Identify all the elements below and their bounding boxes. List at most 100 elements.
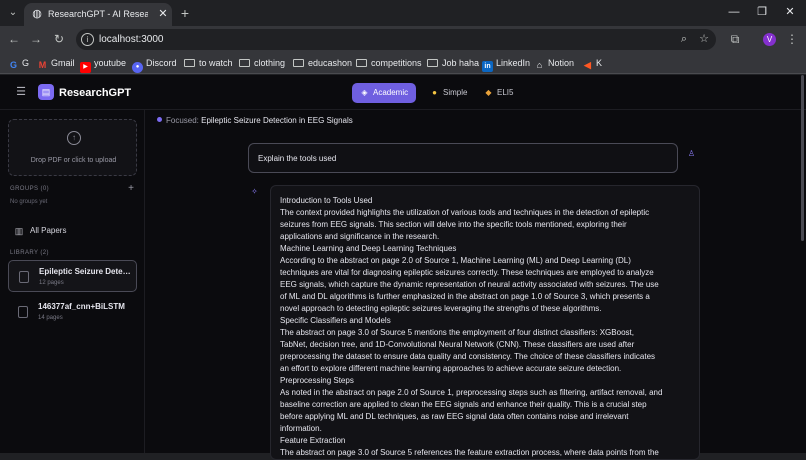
- address-bar[interactable]: i localhost:3000 ⌕ ☆: [76, 29, 716, 50]
- answer-line: techniques are vital for diagnosing epil…: [280, 268, 654, 277]
- extensions-puzzle-icon[interactable]: ⧉: [728, 32, 742, 46]
- minimize-window-icon[interactable]: —: [725, 4, 743, 20]
- upload-text: Drop PDF or click to upload: [30, 157, 117, 164]
- mode-selector: ◈ Academic ● Simple ◆ ELI5: [350, 83, 520, 103]
- folder-icon: [356, 59, 367, 67]
- user-avatar-icon: ♙: [687, 149, 696, 158]
- answer-body: Introduction to Tools Used The context pr…: [280, 195, 694, 459]
- paper-item[interactable]: Epileptic Seizure Detection in EEG Signa…: [8, 260, 137, 292]
- add-group-button[interactable]: +: [126, 184, 136, 194]
- research-gpt-app: ☰ ▤ ResearchGPT ◈ Academic ● Simple ◆ ELI5 …: [0, 75, 806, 460]
- bookmark-youtube[interactable]: ▶ youtube: [80, 56, 126, 73]
- page-scrollbar[interactable]: [800, 75, 806, 453]
- groups-title: GROUPS (0): [10, 186, 50, 192]
- back-arrow-icon[interactable]: ←: [7, 32, 21, 46]
- browser-tab[interactable]: ◍ ResearchGPT - AI Research Paper Assist…: [24, 3, 172, 26]
- bookmark-to-watch[interactable]: to watch: [184, 56, 233, 70]
- bookmark-notion[interactable]: ⌂ Notion: [534, 56, 574, 70]
- mode-simple-button[interactable]: ● Simple: [422, 83, 468, 103]
- answer-line: baseline correction are applied to clean…: [280, 400, 647, 409]
- browser-tab-strip: ⌄ ◍ ResearchGPT - AI Research Paper Assi…: [0, 0, 806, 26]
- answer-line: As noted in the abstract on page 2.0 of …: [280, 388, 663, 397]
- answer-line: information.: [280, 424, 322, 433]
- focused-paper-indicator: Focused: Epileptic Seizure Detection in …: [157, 116, 353, 126]
- globe-icon: ◍: [32, 8, 42, 20]
- folder-icon: [239, 59, 250, 67]
- restore-window-icon[interactable]: ❐: [753, 4, 771, 20]
- browser-menu-icon[interactable]: ⋮: [786, 32, 798, 46]
- answer-line: Preprocessing Steps: [280, 376, 354, 385]
- answer-line: preprocessing the dataset to ensure data…: [280, 352, 656, 361]
- library-title: LIBRARY (2): [10, 250, 49, 256]
- discord-icon: ●: [132, 62, 143, 73]
- answer-line: According to the abstract on page 2.0 of…: [280, 256, 631, 265]
- bookmarks-bar: GG M Gmail ▶ youtube ● Discord to watch clo…: [0, 53, 806, 74]
- site-info-icon[interactable]: i: [81, 33, 94, 46]
- address-url: localhost:3000: [99, 34, 164, 45]
- bookmark-job-haha[interactable]: Job haha: [427, 56, 479, 70]
- reload-icon[interactable]: ↻: [52, 32, 66, 46]
- document-logo-icon: ▤: [38, 84, 54, 100]
- answer-line: novel approach to detecting epileptic se…: [280, 304, 602, 313]
- sidebar: ↑ Drop PDF or click to upload GROUPS (0)…: [0, 110, 145, 453]
- menu-icon[interactable]: ☰: [16, 87, 26, 98]
- answer-line: Introduction to Tools Used: [280, 196, 373, 205]
- forward-arrow-icon[interactable]: →: [29, 32, 43, 46]
- bookmark-star-icon[interactable]: ☆: [697, 32, 711, 46]
- no-groups-text: No groups yet: [10, 199, 48, 205]
- answer-line: The abstract on page 3.0 of Source 5 men…: [280, 328, 634, 337]
- scrollbar-thumb[interactable]: [801, 75, 804, 241]
- focus-dot-icon: [157, 117, 162, 122]
- paper-pages: 12 pages: [39, 280, 64, 286]
- bookmark-linkedin[interactable]: in LinkedIn: [482, 56, 530, 72]
- user-message-text: Explain the tools used: [258, 154, 337, 163]
- assistant-answer: Introduction to Tools Used The context pr…: [270, 185, 700, 460]
- bookmark-clothing[interactable]: clothing: [239, 56, 285, 70]
- answer-line: The context provided highlights the util…: [280, 208, 650, 217]
- gmail-icon: M: [38, 60, 47, 70]
- new-tab-button[interactable]: +: [178, 6, 192, 20]
- pdf-upload-dropzone[interactable]: ↑ Drop PDF or click to upload: [8, 119, 137, 176]
- close-window-icon[interactable]: ✕: [781, 4, 799, 20]
- document-icon: [19, 271, 29, 283]
- lightbulb-icon: ●: [432, 88, 437, 97]
- answer-line: before applying ML and DL techniques, as…: [280, 412, 629, 421]
- tab-search-icon[interactable]: ⌄: [6, 6, 20, 20]
- mode-eli5-button[interactable]: ◆ ELI5: [476, 83, 520, 103]
- folder-icon: [293, 59, 304, 67]
- bookmark-competitions[interactable]: competitions: [356, 56, 422, 70]
- k-icon: ◀: [584, 60, 591, 70]
- answer-line: Feature Extraction: [280, 436, 346, 445]
- profile-avatar[interactable]: V: [763, 33, 776, 46]
- all-papers-item[interactable]: ▥ All Papers: [10, 223, 136, 239]
- answer-line: of ML and DL algorithms is further empha…: [280, 292, 650, 301]
- folder-icon: [427, 59, 438, 67]
- google-icon: G: [9, 60, 17, 70]
- zoom-icon[interactable]: ⌕: [677, 32, 691, 46]
- bookmark-google[interactable]: GG: [8, 56, 29, 70]
- bookmark-k[interactable]: ◀ K: [582, 56, 602, 70]
- paper-pages: 14 pages: [38, 315, 63, 321]
- paper-title: Epileptic Seizure Detection in EEG Signa…: [39, 267, 131, 276]
- tab-close-icon[interactable]: ✕: [157, 7, 169, 21]
- all-papers-label: All Papers: [30, 226, 67, 235]
- bookmark-gmail[interactable]: M Gmail: [37, 56, 75, 70]
- paper-title: 146377af_cnn+BiLSTM: [38, 302, 125, 311]
- notion-icon: ⌂: [536, 60, 543, 70]
- answer-line: Machine Learning and Deep Learning Techn…: [280, 244, 457, 253]
- user-message: Explain the tools used: [248, 143, 678, 173]
- mode-academic-button[interactable]: ◈ Academic: [352, 83, 416, 103]
- book-icon: ▥: [14, 226, 24, 236]
- upload-icon: ↑: [67, 131, 81, 145]
- graduation-cap-icon: ◈: [361, 88, 368, 97]
- app-header: ☰ ▤ ResearchGPT ◈ Academic ● Simple ◆ ELI5: [0, 75, 806, 110]
- paper-item[interactable]: 146377af_cnn+BiLSTM 14 pages: [8, 296, 137, 328]
- answer-line: seizures from EEG signals. This section …: [280, 220, 627, 229]
- shield-icon: ◆: [485, 88, 492, 97]
- answer-line: TabNet, decision tree, and 1D-Convolutio…: [280, 340, 635, 349]
- bookmark-educashon[interactable]: educashon: [293, 56, 352, 70]
- youtube-icon: ▶: [80, 62, 91, 73]
- bookmark-discord[interactable]: ● Discord: [132, 56, 177, 73]
- assistant-sparkle-icon: ✧: [251, 187, 258, 196]
- answer-line: applications and significance in the res…: [280, 232, 440, 241]
